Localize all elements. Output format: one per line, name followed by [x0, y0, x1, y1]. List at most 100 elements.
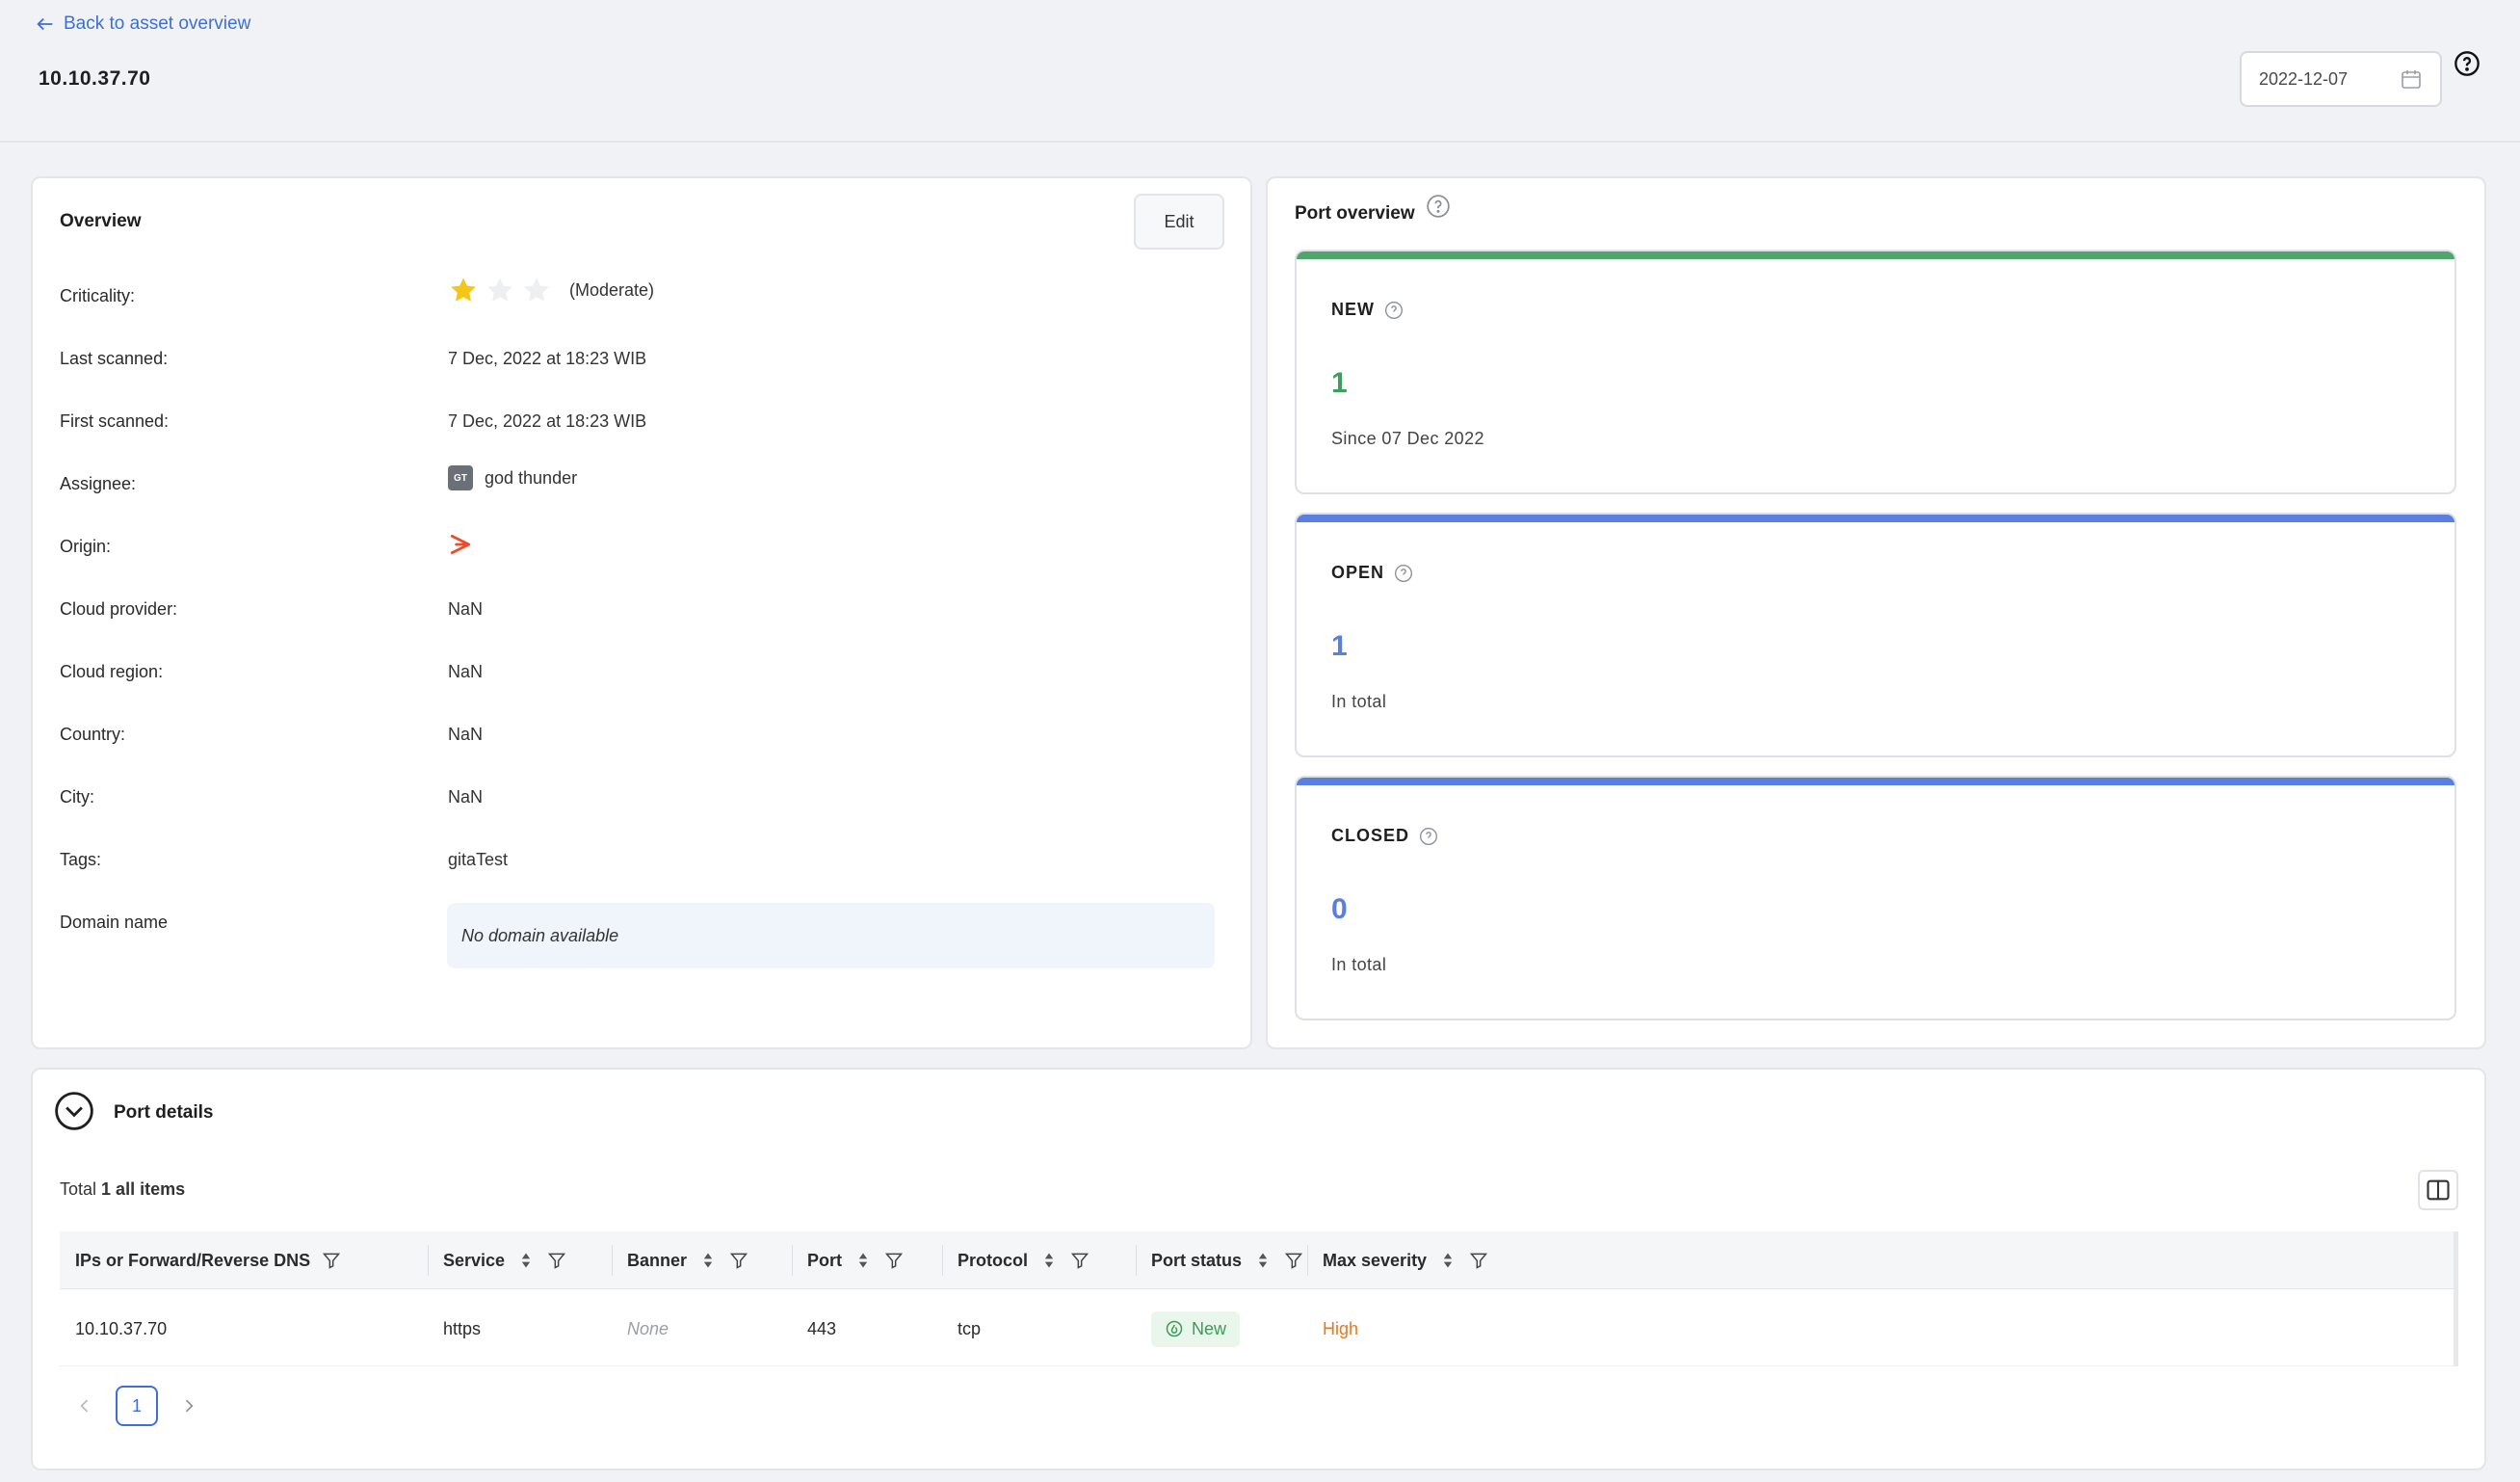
cell-protocol: tcp	[958, 1318, 982, 1338]
criticality-value: (Moderate)	[448, 275, 654, 305]
column-header-port-status[interactable]: Port status	[1136, 1231, 1307, 1289]
pagination: 1	[69, 1386, 204, 1426]
chevron-down-circle-icon[interactable]	[54, 1091, 94, 1131]
cell-max-severity: High	[1323, 1318, 1359, 1338]
help-icon[interactable]	[1394, 564, 1413, 583]
sort-icon[interactable]	[698, 1251, 718, 1270]
origin-label: Origin:	[60, 537, 112, 556]
column-header-port[interactable]: Port	[792, 1231, 942, 1289]
chevron-right-icon	[185, 1399, 194, 1413]
domain-name-label: Domain name	[60, 913, 169, 932]
column-header-service[interactable]: Service	[428, 1231, 612, 1289]
column-header-label: Port status	[1151, 1250, 1243, 1270]
filter-icon[interactable]	[1469, 1251, 1488, 1270]
port-overview-title: Port overview	[1295, 203, 1415, 224]
sort-icon[interactable]	[853, 1251, 873, 1270]
back-link[interactable]: Back to asset overview	[35, 13, 250, 35]
origin-value	[448, 532, 473, 557]
port-new-count: 1	[1331, 367, 1348, 399]
arrow-left-icon	[37, 17, 53, 31]
help-icon[interactable]	[1419, 827, 1438, 846]
sort-icon[interactable]	[516, 1251, 536, 1270]
page-title: 10.10.37.70	[39, 67, 151, 90]
cell-service: https	[443, 1318, 482, 1338]
help-icon[interactable]	[1426, 194, 1451, 219]
status-bar	[1297, 515, 2454, 522]
column-header-max-severity[interactable]: Max severity	[1307, 1231, 2454, 1289]
column-header-ip[interactable]: IPs or Forward/Reverse DNS	[60, 1231, 428, 1289]
prev-page-button[interactable]	[69, 1390, 100, 1421]
tags-label: Tags:	[60, 850, 102, 869]
country-value: NaN	[448, 725, 484, 744]
horizontal-scroll-edge[interactable]	[2454, 1231, 2458, 1366]
tags-value: gitaTest	[448, 850, 509, 869]
table-header: IPs or Forward/Reverse DNS Service Banne…	[60, 1231, 2458, 1289]
port-open-box: OPEN 1 In total	[1295, 513, 2456, 757]
next-page-button[interactable]	[173, 1390, 204, 1421]
help-icon[interactable]	[2454, 50, 2481, 77]
status-badge-label: New	[1192, 1318, 1227, 1338]
port-details-title: Port details	[114, 1102, 214, 1123]
cloud-region-label: Cloud region:	[60, 662, 164, 681]
date-picker[interactable]: 2022-12-07	[2240, 51, 2442, 107]
columns-icon	[2427, 1179, 2450, 1201]
calendar-icon	[2402, 70, 2421, 89]
help-icon[interactable]	[1384, 301, 1404, 320]
port-open-label: OPEN	[1331, 563, 1413, 583]
star-filled-icon	[451, 278, 476, 302]
cell-ip: 10.10.37.70	[75, 1318, 168, 1338]
assignee-label: Assignee:	[60, 474, 137, 493]
criticality-text: (Moderate)	[569, 279, 655, 300]
port-new-label: NEW	[1331, 300, 1404, 320]
filter-icon[interactable]	[547, 1251, 566, 1270]
port-details-card: Port details Total 1 all items IPs or Fo…	[31, 1068, 2486, 1470]
cell-port-status: New	[1136, 1291, 1241, 1366]
port-closed-label-text: CLOSED	[1331, 826, 1410, 845]
first-scanned-value: 7 Dec, 2022 at 18:23 WIB	[448, 411, 647, 431]
filter-icon[interactable]	[1070, 1251, 1089, 1270]
date-picker-value: 2022-12-07	[2259, 68, 2349, 89]
filter-icon[interactable]	[1284, 1251, 1303, 1270]
page-header: Back to asset overview 10.10.37.70 2022-…	[0, 0, 2520, 143]
port-closed-box: CLOSED 0 In total	[1295, 776, 2456, 1020]
filter-icon[interactable]	[729, 1251, 748, 1270]
port-open-label-text: OPEN	[1331, 563, 1385, 582]
port-new-box: NEW 1 Since 07 Dec 2022	[1295, 250, 2456, 494]
table-row[interactable]: 10.10.37.70 https None 443 tcp New High	[60, 1291, 2458, 1366]
cloud-provider-value: NaN	[448, 599, 484, 619]
cell-port: 443	[807, 1318, 837, 1338]
edit-button[interactable]: Edit	[1134, 194, 1224, 250]
column-header-label: IPs or Forward/Reverse DNS	[75, 1250, 311, 1270]
filter-icon[interactable]	[884, 1251, 904, 1270]
country-label: Country:	[60, 725, 126, 744]
last-scanned-label: Last scanned:	[60, 349, 169, 368]
column-header-banner[interactable]: Banner	[612, 1231, 792, 1289]
domain-name-value: No domain available	[447, 903, 1215, 968]
city-label: City:	[60, 787, 94, 807]
port-closed-sub: In total	[1331, 955, 1387, 974]
star-empty-icon	[524, 278, 549, 302]
filter-icon[interactable]	[322, 1251, 341, 1270]
origin-logo-icon	[450, 534, 471, 555]
total-count: 1 all items	[101, 1179, 186, 1199]
status-badge: New	[1151, 1310, 1241, 1347]
sort-icon[interactable]	[1039, 1251, 1059, 1270]
port-open-count: 1	[1331, 630, 1348, 662]
port-closed-label: CLOSED	[1331, 826, 1438, 846]
column-header-label: Port	[807, 1250, 842, 1270]
back-link-label: Back to asset overview	[64, 13, 251, 34]
last-scanned-value: 7 Dec, 2022 at 18:23 WIB	[448, 349, 647, 368]
total-items: Total 1 all items	[60, 1179, 185, 1200]
port-open-sub: In total	[1331, 692, 1387, 711]
sort-icon[interactable]	[1253, 1251, 1273, 1270]
first-scanned-label: First scanned:	[60, 411, 170, 431]
cloud-region-value: NaN	[448, 662, 484, 681]
column-header-protocol[interactable]: Protocol	[942, 1231, 1136, 1289]
criticality-label: Criticality:	[60, 286, 136, 305]
column-settings-button[interactable]	[2418, 1170, 2458, 1210]
sort-icon[interactable]	[1438, 1251, 1457, 1270]
port-overview-card: Port overview NEW 1 Since 07 Dec 2022 OP…	[1266, 176, 2486, 1049]
page-button-current[interactable]: 1	[116, 1386, 158, 1426]
criticality-stars[interactable]	[448, 275, 552, 305]
column-header-label: Max severity	[1323, 1250, 1428, 1270]
